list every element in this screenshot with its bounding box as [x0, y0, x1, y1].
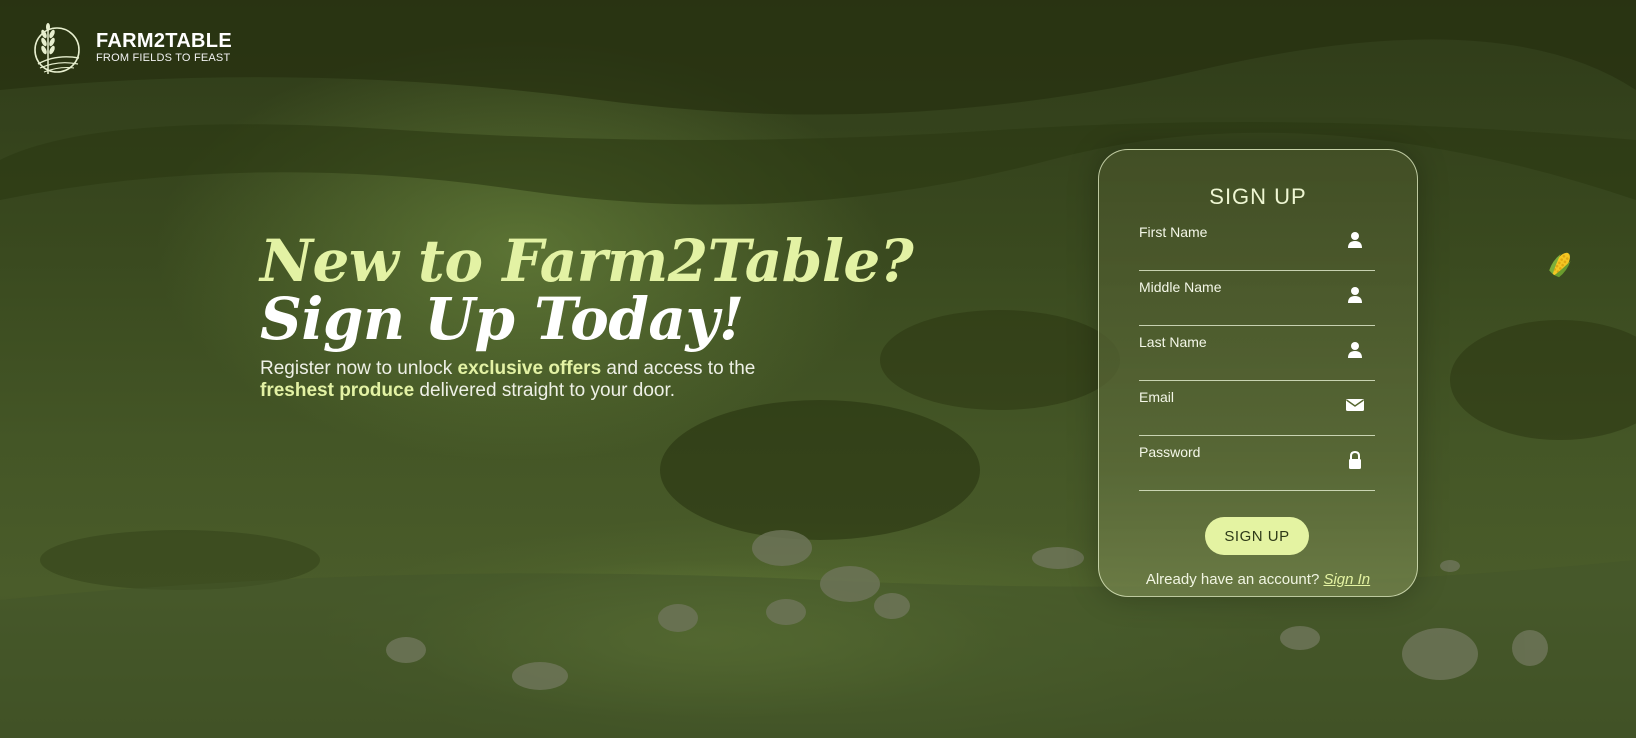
- field-label: First Name: [1139, 224, 1208, 240]
- form-title: SIGN UP: [1209, 184, 1307, 209]
- signin-link[interactable]: Sign In: [1323, 571, 1370, 588]
- brand-logo[interactable]: FARM2TABLE FROM FIELDS TO FEAST: [26, 18, 232, 78]
- wheat-logo-icon: [34, 23, 80, 74]
- email-field[interactable]: Email: [1139, 381, 1375, 436]
- signup-form: SIGN UP First Name Middle Name Last Name…: [1098, 149, 1418, 597]
- brand-tagline: FROM FIELDS TO FEAST: [96, 52, 231, 64]
- corn-icon: [1549, 252, 1571, 278]
- hero-subtitle: Register now to unlock exclusive offers …: [260, 358, 780, 402]
- field-label: Password: [1139, 444, 1201, 460]
- hero-sub-text: Register now to unlock: [260, 358, 458, 379]
- first-name-input[interactable]: [1139, 246, 1339, 268]
- hero-sub-highlight: freshest produce: [260, 380, 415, 401]
- field-label: Middle Name: [1139, 279, 1222, 295]
- user-icon: [1348, 287, 1362, 303]
- user-icon: [1348, 232, 1362, 248]
- lock-icon: [1349, 450, 1361, 469]
- middle-name-field[interactable]: Middle Name: [1139, 271, 1375, 326]
- brand-name: FARM2TABLE: [96, 30, 232, 52]
- field-label: Last Name: [1139, 334, 1207, 350]
- first-name-field[interactable]: First Name: [1139, 216, 1375, 271]
- hero-sub-highlight: exclusive offers: [457, 358, 602, 379]
- password-input[interactable]: [1139, 466, 1339, 488]
- middle-name-input[interactable]: [1139, 301, 1339, 323]
- hero-heading-line2: Sign Up Today!: [260, 285, 744, 353]
- last-name-field[interactable]: Last Name: [1139, 326, 1375, 381]
- field-label: Email: [1139, 389, 1175, 405]
- user-icon: [1348, 342, 1362, 358]
- hero-heading-line1: New to Farm2Table?: [260, 227, 914, 295]
- signin-prompt-row: Already have an account? Sign In: [1099, 571, 1417, 588]
- signup-button[interactable]: SIGN UP: [1205, 517, 1309, 555]
- email-input[interactable]: [1139, 411, 1339, 433]
- envelope-icon: [1346, 399, 1364, 411]
- password-field[interactable]: Password: [1139, 436, 1375, 491]
- hero-sub-text: delivered straight to your door.: [414, 380, 676, 401]
- hero-sub-text: and access to the: [601, 358, 756, 379]
- signin-prompt-text: Already have an account?: [1145, 571, 1324, 588]
- last-name-input[interactable]: [1139, 356, 1339, 378]
- hero-section: New to Farm2Table? Sign Up Today! Regist…: [260, 227, 914, 402]
